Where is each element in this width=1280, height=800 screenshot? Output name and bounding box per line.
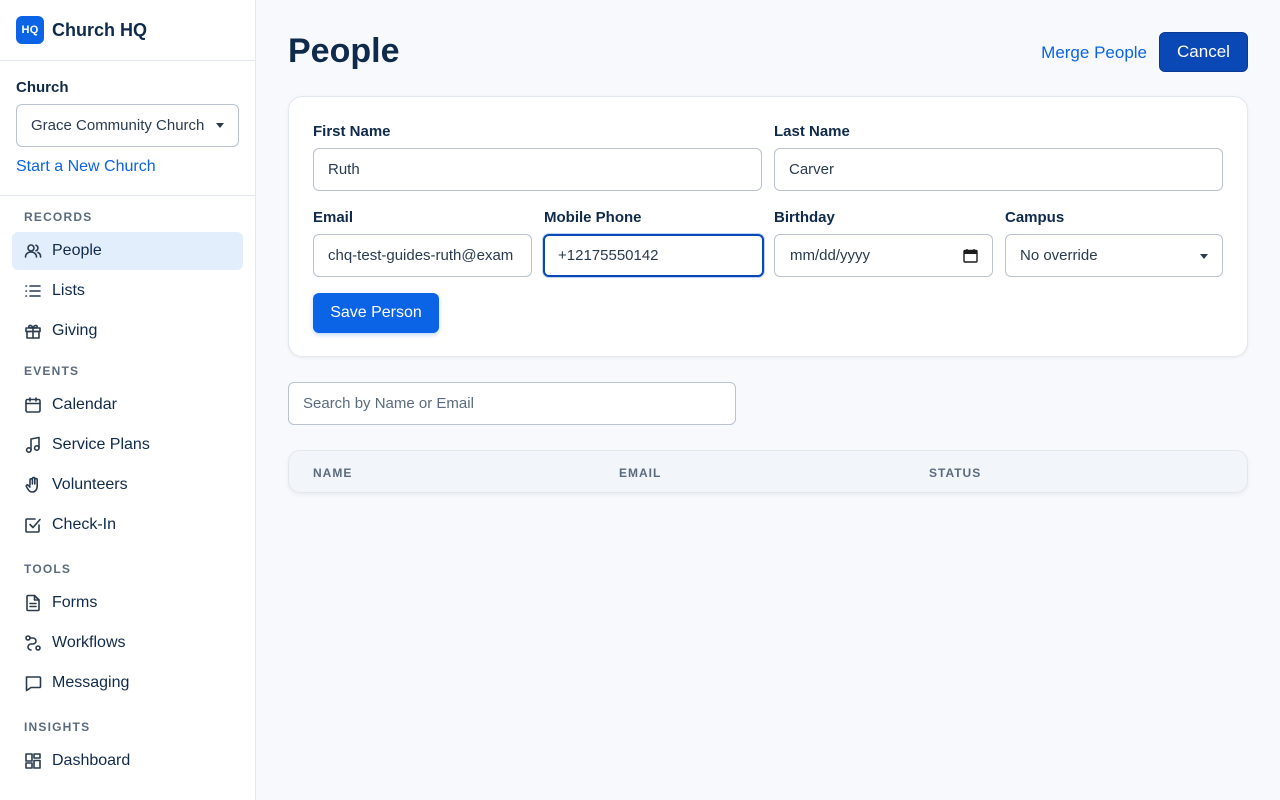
first-name-label: First Name — [313, 123, 391, 140]
sidebar-item-label: Service Plans — [52, 436, 150, 453]
sidebar-item-workflows[interactable]: Workflows — [12, 624, 243, 662]
first-name-value: Ruth — [328, 161, 360, 178]
hand-icon — [24, 476, 42, 494]
column-header-email[interactable]: EMAIL — [619, 466, 661, 480]
people-table-header: NAME EMAIL STATUS — [288, 450, 1248, 493]
calendar-icon — [24, 396, 42, 414]
email-value: chq-test-guides-ruth@exam — [328, 247, 514, 264]
sidebar-item-label: Dashboard — [52, 752, 131, 769]
church-selector-section: Church Grace Community Church Start a Ne… — [0, 61, 255, 196]
sidebar-item-label: Volunteers — [52, 476, 128, 493]
cancel-button[interactable]: Cancel — [1159, 32, 1248, 72]
chevron-down-icon — [1200, 254, 1208, 259]
sidebar-item-label: Giving — [52, 322, 98, 339]
merge-people-link[interactable]: Merge People — [1041, 43, 1147, 63]
church-select-value: Grace Community Church — [31, 117, 205, 134]
mobile-phone-label: Mobile Phone — [544, 209, 642, 226]
chat-icon — [24, 674, 42, 692]
sidebar-item-volunteers[interactable]: Volunteers — [12, 466, 243, 504]
main-content: People Merge People Cancel First Name Ru… — [256, 0, 1280, 800]
list-icon — [24, 282, 42, 300]
brand[interactable]: HQ Church HQ — [0, 0, 255, 61]
last-name-input[interactable]: Carver — [774, 148, 1223, 191]
nav-heading-tools: TOOLS — [24, 562, 72, 576]
gift-icon — [24, 322, 42, 340]
sidebar-item-messaging[interactable]: Messaging — [12, 664, 243, 702]
sidebar-item-label: Check-In — [52, 516, 117, 533]
brand-name: Church HQ — [52, 19, 148, 40]
sidebar-item-label: Lists — [52, 282, 85, 299]
birthday-label: Birthday — [774, 209, 835, 226]
calendar-icon[interactable] — [963, 248, 978, 267]
email-label: Email — [313, 209, 354, 226]
church-label: Church — [16, 79, 69, 96]
start-new-church-link[interactable]: Start a New Church — [16, 158, 239, 176]
sidebar-item-label: Calendar — [52, 396, 117, 413]
sidebar-item-label: Forms — [52, 594, 98, 611]
nav-section-insights: INSIGHTS Dashboard — [0, 704, 255, 780]
birthday-input[interactable]: mm/dd/yyyy — [774, 234, 993, 277]
last-name-label: Last Name — [774, 123, 850, 140]
sidebar-item-service-plans[interactable]: Service Plans — [12, 426, 243, 464]
page-title: People — [288, 32, 400, 70]
sidebar-item-dashboard[interactable]: Dashboard — [12, 742, 243, 780]
sidebar-item-giving[interactable]: Giving — [12, 312, 243, 350]
sidebar-item-label: People — [52, 242, 102, 259]
email-input[interactable]: chq-test-guides-ruth@exam — [313, 234, 532, 277]
search-input[interactable]: Search by Name or Email — [288, 382, 736, 425]
nav-heading-events: EVENTS — [24, 364, 80, 378]
people-icon — [24, 242, 42, 260]
sidebar-item-lists[interactable]: Lists — [12, 272, 243, 310]
document-icon — [24, 594, 42, 612]
church-select[interactable]: Grace Community Church — [16, 104, 239, 147]
workflow-icon — [24, 634, 42, 652]
nav-heading-insights: INSIGHTS — [24, 720, 91, 734]
sidebar-item-check-in[interactable]: Check-In — [12, 506, 243, 544]
search-placeholder: Search by Name or Email — [303, 395, 474, 412]
nav-section-records: RECORDS People Lists Giving — [0, 196, 255, 350]
last-name-value: Carver — [789, 161, 835, 178]
mobile-phone-input[interactable]: +12175550142 — [543, 234, 764, 277]
nav-section-events: EVENTS Calendar Service Plans Volunteers… — [0, 352, 255, 544]
first-name-input[interactable]: Ruth — [313, 148, 762, 191]
birthday-placeholder: mm/dd/yyyy — [790, 247, 871, 264]
brand-logo: HQ — [16, 16, 44, 44]
column-header-name[interactable]: NAME — [313, 466, 352, 480]
nav-section-tools: TOOLS Forms Workflows Messaging — [0, 546, 255, 702]
sidebar-item-label: Workflows — [52, 634, 126, 651]
sidebar-item-forms[interactable]: Forms — [12, 584, 243, 622]
mobile-phone-value: +12175550142 — [558, 247, 659, 264]
campus-label: Campus — [1005, 209, 1065, 226]
nav-heading-records: RECORDS — [24, 210, 93, 224]
checkbox-icon — [24, 516, 42, 534]
chevron-down-icon — [216, 123, 224, 128]
sidebar: HQ Church HQ Church Grace Community Chur… — [0, 0, 256, 800]
sidebar-item-people[interactable]: People — [12, 232, 243, 270]
save-person-button[interactable]: Save Person — [313, 293, 439, 333]
campus-value: No override — [1020, 247, 1098, 264]
person-form-card: First Name Ruth Last Name Carver Email c… — [288, 96, 1248, 357]
dashboard-icon — [24, 752, 42, 770]
campus-select[interactable]: No override — [1005, 234, 1223, 277]
column-header-status[interactable]: STATUS — [929, 466, 981, 480]
music-note-icon — [24, 436, 42, 454]
sidebar-item-calendar[interactable]: Calendar — [12, 386, 243, 424]
sidebar-item-label: Messaging — [52, 674, 130, 691]
